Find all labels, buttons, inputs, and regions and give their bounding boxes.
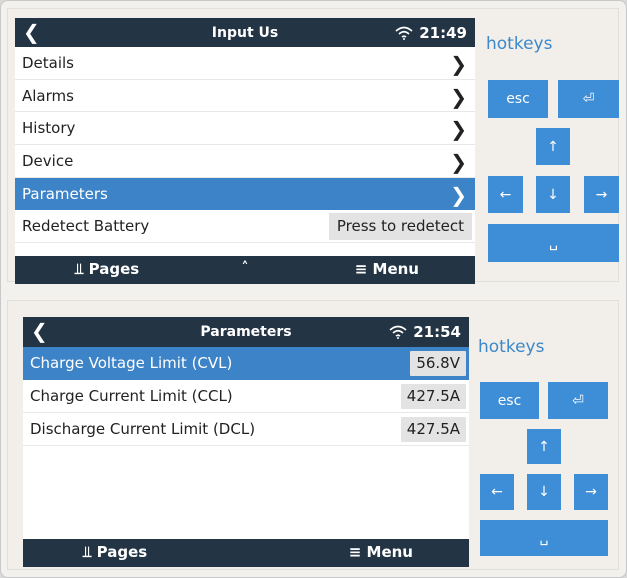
clock: 21:49 xyxy=(419,24,467,42)
chevron-right-icon: ❯ xyxy=(450,117,467,142)
menu-label: Menu xyxy=(366,543,413,561)
arrow-down-icon[interactable]: ↓ xyxy=(536,176,570,213)
arrow-up-icon[interactable]: ↑ xyxy=(536,128,570,165)
device-screen: ❮ Input Us 21:49 Details ❯ Alarms ❯ Hist… xyxy=(15,18,475,284)
list-item-label: Discharge Current Limit (DCL) xyxy=(30,420,256,438)
space-icon[interactable]: ␣ xyxy=(488,224,619,262)
list-item-device[interactable]: Device ❯ xyxy=(15,145,475,178)
hotkeys-label: hotkeys xyxy=(486,34,553,54)
list-item-label: Redetect Battery xyxy=(22,217,150,236)
list-item-label: Details xyxy=(22,53,75,72)
screen-header: ❮ Parameters 21:54 xyxy=(23,317,469,347)
esc-key[interactable]: esc xyxy=(488,80,548,118)
arrow-up-icon[interactable]: ↑ xyxy=(527,429,561,464)
hotkeys-label: hotkeys xyxy=(478,337,545,357)
screen-footer: ⫫ Pages ≡ Menu xyxy=(23,539,469,567)
esc-key[interactable]: esc xyxy=(480,382,539,419)
redetect-button[interactable]: Press to redetect xyxy=(328,213,472,241)
screen-header: ❮ Input Us 21:49 xyxy=(15,18,475,47)
list-item-parameters[interactable]: Parameters ❯ xyxy=(15,177,475,211)
enter-icon[interactable]: ⏎ xyxy=(558,80,619,118)
wifi-icon xyxy=(395,26,413,40)
chevron-right-icon: ❯ xyxy=(450,84,467,109)
list-item-redetect-battery: Redetect Battery Press to redetect xyxy=(15,210,475,244)
pages-icon: ⫫ xyxy=(83,543,92,561)
list-item-label: Device xyxy=(22,151,74,170)
list-item-details[interactable]: Details ❯ xyxy=(15,47,475,80)
list-item-alarms[interactable]: Alarms ❯ xyxy=(15,80,475,113)
list-item-label: History xyxy=(22,119,76,138)
status-area: 21:54 xyxy=(389,323,461,341)
device-screen: ❮ Parameters 21:54 Charge Voltage Limit … xyxy=(23,317,469,567)
esc-key-label: esc xyxy=(497,392,522,409)
menu-button[interactable]: ≡ Menu xyxy=(355,260,419,278)
pages-label: Pages xyxy=(96,543,148,561)
list-item-label: Alarms xyxy=(22,86,74,105)
menu-icon: ≡ xyxy=(348,543,362,561)
list-item-cvl[interactable]: Charge Voltage Limit (CVL) 56.8V xyxy=(23,347,469,380)
chevron-right-icon: ❯ xyxy=(450,150,467,175)
value-box: 56.8V xyxy=(410,351,466,376)
clock: 21:54 xyxy=(413,323,461,341)
list-item-label: Charge Voltage Limit (CVL) xyxy=(30,354,233,372)
menu-label: Menu xyxy=(372,260,419,278)
space-icon[interactable]: ␣ xyxy=(480,520,608,556)
value-box: 427.5A xyxy=(400,417,466,442)
enter-icon[interactable]: ⏎ xyxy=(548,382,608,419)
list-item-dcl[interactable]: Discharge Current Limit (DCL) 427.5A xyxy=(23,413,469,446)
chevron-right-icon: ❯ xyxy=(450,52,467,76)
panel-parameters: ❮ Parameters 21:54 Charge Voltage Limit … xyxy=(7,300,619,570)
menu-button[interactable]: ≡ Menu xyxy=(349,543,413,561)
menu-icon: ≡ xyxy=(354,260,368,278)
arrow-left-icon[interactable]: ← xyxy=(488,176,523,213)
wifi-icon xyxy=(389,325,407,339)
value-box: 427.5A xyxy=(400,384,466,409)
arrow-right-icon[interactable]: → xyxy=(574,474,608,510)
status-area: 21:49 xyxy=(395,24,467,42)
list-item-history[interactable]: History ❯ xyxy=(15,112,475,146)
arrow-down-icon[interactable]: ↓ xyxy=(527,474,561,510)
esc-key-label: esc xyxy=(506,91,530,107)
chevron-right-icon: ❯ xyxy=(450,182,467,207)
arrow-left-icon[interactable]: ← xyxy=(480,474,514,510)
arrow-right-icon[interactable]: → xyxy=(584,176,619,213)
screen-footer: ⫫ Pages ˄ ≡ Menu xyxy=(15,256,475,284)
list-item-ccl[interactable]: Charge Current Limit (CCL) 427.5A xyxy=(23,380,469,413)
list-item-label: Charge Current Limit (CCL) xyxy=(30,387,233,405)
pages-button[interactable]: ⫫ Pages xyxy=(83,543,147,561)
list-item-label: Parameters xyxy=(22,184,108,203)
panel-input-us: ❮ Input Us 21:49 Details ❯ Alarms ❯ Hist… xyxy=(7,8,619,284)
